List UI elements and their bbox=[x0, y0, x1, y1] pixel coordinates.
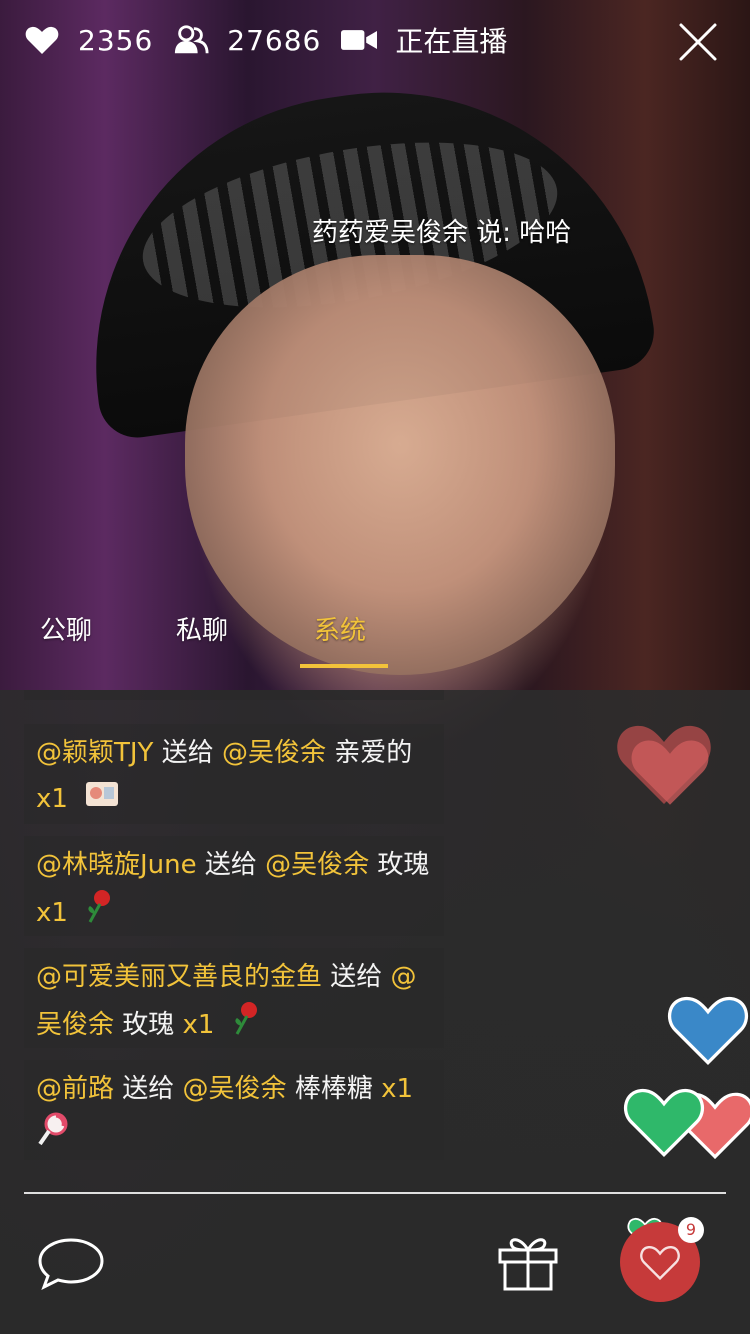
sticker-gift-icon bbox=[84, 777, 120, 823]
active-tab-indicator bbox=[300, 664, 388, 668]
heart-icon bbox=[24, 22, 60, 58]
tab-system[interactable]: 系统 bbox=[314, 610, 366, 647]
video-camera-icon bbox=[341, 22, 378, 58]
rose-icon bbox=[231, 1000, 261, 1051]
message-target: @吴俊余 bbox=[221, 738, 326, 768]
message-gift: 亲爱的 bbox=[325, 738, 413, 768]
like-count-badge: 9 bbox=[678, 1217, 704, 1243]
message-gift: 玫瑰 bbox=[369, 850, 430, 880]
viewers-icon bbox=[173, 22, 209, 58]
message-verb: 送给 bbox=[196, 850, 266, 880]
list-item: @林晓旋June 送给 @吴俊余 玫瑰 x1 bbox=[24, 836, 444, 936]
barrage-comment: 药药爱吴俊余 说: 哈哈 bbox=[312, 218, 572, 248]
message-count: x1 bbox=[381, 1074, 414, 1104]
heart-like-icon bbox=[640, 1245, 680, 1280]
viewers-stat: 27686 bbox=[173, 22, 321, 58]
message-verb: 送给 bbox=[153, 738, 222, 768]
list-item: @颖颖TJY 送给 @吴俊余 亲爱的 x1 bbox=[24, 724, 444, 824]
gift-icon bbox=[498, 1238, 558, 1291]
likes-count: 2356 bbox=[78, 23, 154, 57]
message-sender: @林晓旋June bbox=[36, 850, 197, 880]
system-message-list[interactable]: @颖颖TJY 送给 @吴俊余 亲爱的 x1 @林晓旋June 送给 @吴俊余 玫… bbox=[24, 690, 448, 1160]
message-sender: @可爱美丽又善良的金鱼 bbox=[36, 962, 323, 992]
message-target: @吴俊余 bbox=[265, 850, 370, 880]
chat-tabs: 公聊 私聊 系统 bbox=[0, 610, 420, 670]
chat-button[interactable] bbox=[36, 1236, 106, 1291]
list-item: @可爱美丽又善良的金鱼 送给 @ 吴俊余 玫瑰 x1 bbox=[24, 948, 444, 1048]
message-gift: 玫瑰 bbox=[114, 1010, 183, 1040]
message-sender: @颖颖TJY bbox=[36, 738, 154, 768]
list-item-partial bbox=[24, 690, 444, 700]
floating-heart-icon bbox=[630, 734, 710, 812]
message-target-part1: @ bbox=[390, 962, 417, 992]
message-target: @吴俊余 bbox=[182, 1074, 287, 1104]
close-button[interactable] bbox=[678, 22, 718, 62]
rose-icon bbox=[84, 888, 114, 939]
list-item: @前路 送给 @吴俊余 棒棒糖 x1 bbox=[24, 1060, 444, 1160]
message-verb: 送给 bbox=[114, 1074, 183, 1104]
message-sender: @前路 bbox=[36, 1074, 115, 1104]
viewers-count: 27686 bbox=[227, 23, 322, 57]
floating-heart-icon bbox=[622, 1084, 706, 1162]
tab-public-chat[interactable]: 公聊 bbox=[40, 610, 92, 647]
lollipop-icon bbox=[36, 1112, 70, 1160]
live-status-label: 正在直播 bbox=[395, 25, 508, 58]
bottom-divider bbox=[24, 1192, 726, 1194]
tab-private-chat[interactable]: 私聊 bbox=[176, 610, 228, 647]
message-target-part2: 吴俊余 bbox=[36, 1010, 115, 1040]
top-status-bar: 2356 27686 正在直播 bbox=[0, 0, 750, 80]
message-count: x1 bbox=[182, 1010, 215, 1040]
message-gift: 棒棒糖 bbox=[286, 1074, 382, 1104]
gift-button[interactable] bbox=[496, 1232, 560, 1292]
likes-stat: 2356 bbox=[24, 22, 153, 58]
close-icon bbox=[679, 23, 717, 61]
message-count: x1 bbox=[36, 784, 68, 814]
floating-heart-icon bbox=[666, 992, 750, 1070]
message-verb: 送给 bbox=[322, 962, 391, 992]
message-count: x1 bbox=[36, 898, 68, 928]
chat-bubble-icon bbox=[38, 1238, 104, 1291]
live-status: 正在直播 bbox=[341, 20, 507, 60]
